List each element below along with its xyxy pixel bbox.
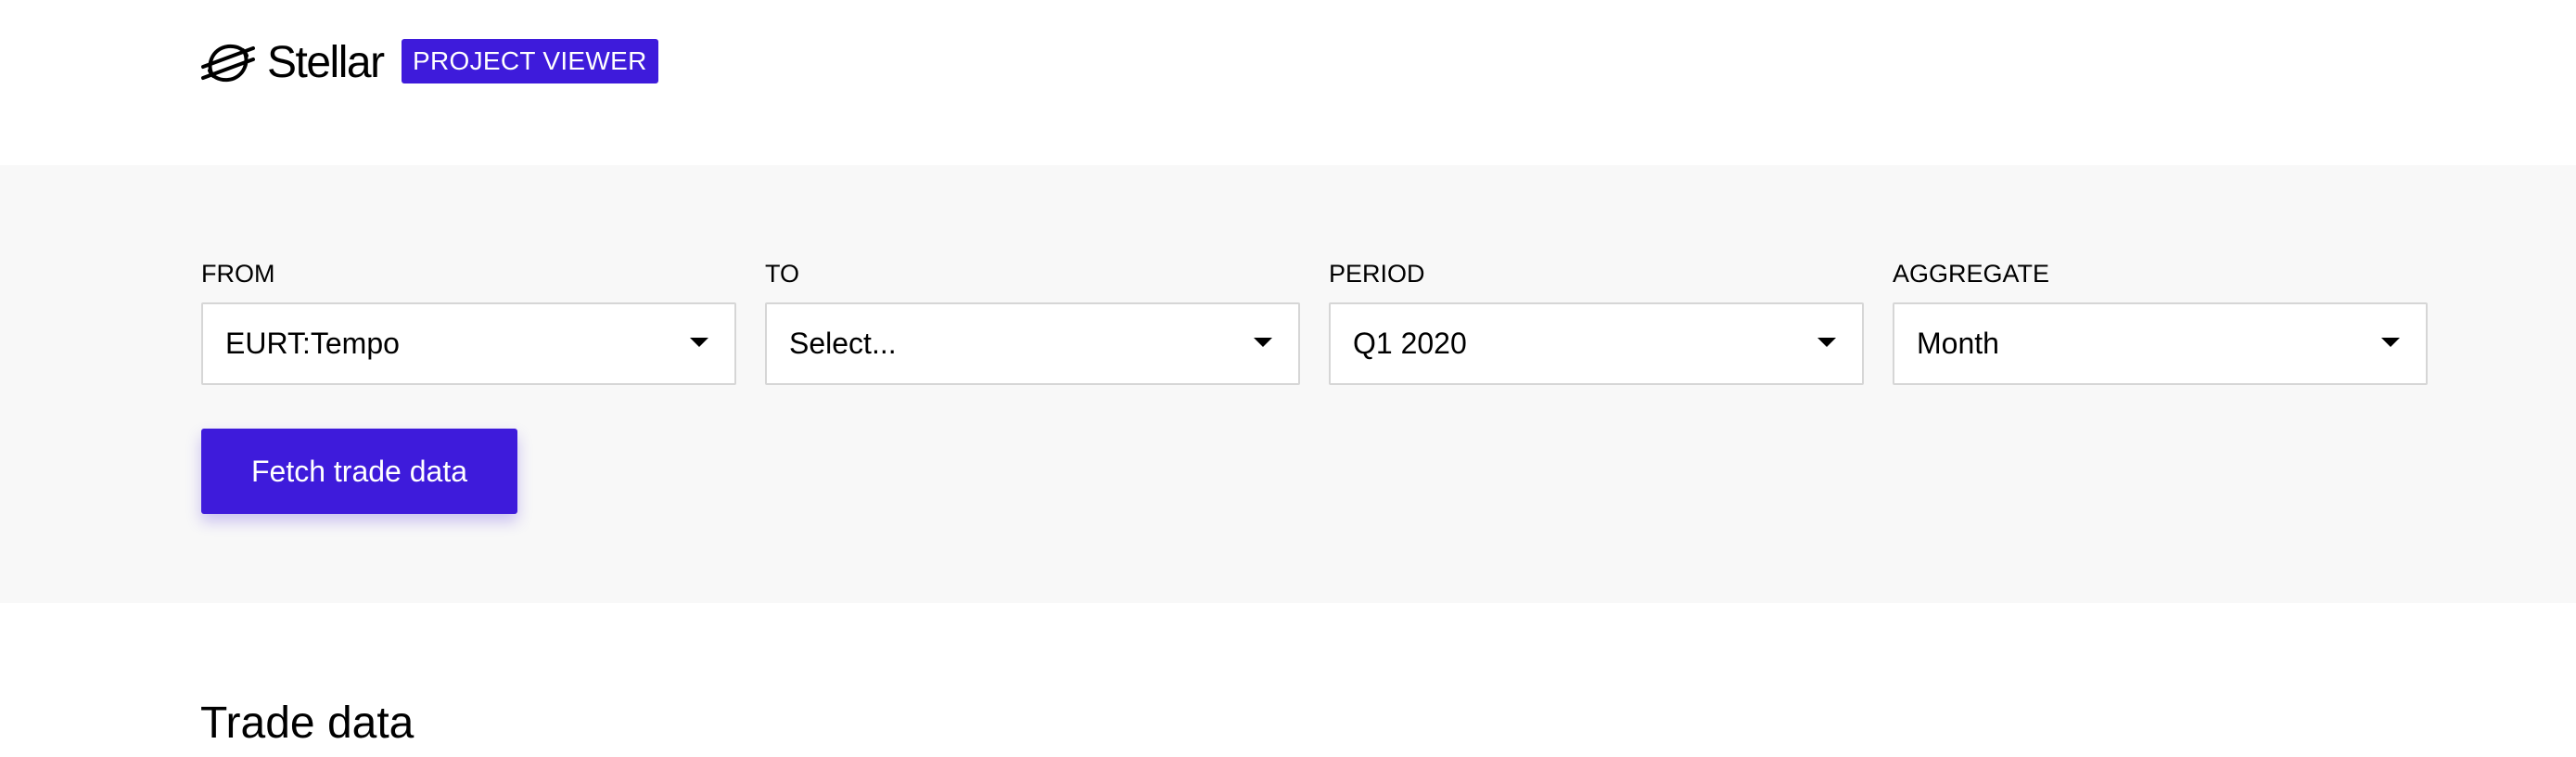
caret-down-icon [1254,338,1272,347]
from-field: FROM EURT:Tempo [201,258,736,385]
app-header: Stellar PROJECT VIEWER [0,0,2576,165]
period-select-value: Q1 2020 [1353,327,1467,360]
from-label: FROM [201,260,275,288]
from-select-value: EURT:Tempo [225,327,400,360]
filter-panel: FROM EURT:Tempo TO Select... PERIOD Q1 2… [0,165,2576,603]
aggregate-label: AGGREGATE [1893,260,2050,288]
caret-down-icon [2381,338,2400,347]
stellar-logo-icon [201,44,255,83]
caret-down-icon [690,338,708,347]
fetch-trade-data-button[interactable]: Fetch trade data [201,429,517,514]
aggregate-field: AGGREGATE Month [1893,258,2428,385]
logo-text: Stellar [267,38,385,87]
period-select[interactable]: Q1 2020 [1329,302,1864,385]
aggregate-select-value: Month [1917,327,1999,360]
to-label: TO [765,260,800,288]
stellar-logo[interactable]: Stellar [200,37,385,89]
trade-data-heading: Trade data [200,699,414,748]
aggregate-select[interactable]: Month [1893,302,2428,385]
to-select[interactable]: Select... [765,302,1300,385]
to-field: TO Select... [765,258,1300,385]
to-select-value: Select... [789,327,897,360]
from-select[interactable]: EURT:Tempo [201,302,736,385]
period-label: PERIOD [1329,260,1425,288]
period-field: PERIOD Q1 2020 [1329,258,1864,385]
project-viewer-badge: PROJECT VIEWER [402,39,658,83]
caret-down-icon [1817,338,1836,347]
